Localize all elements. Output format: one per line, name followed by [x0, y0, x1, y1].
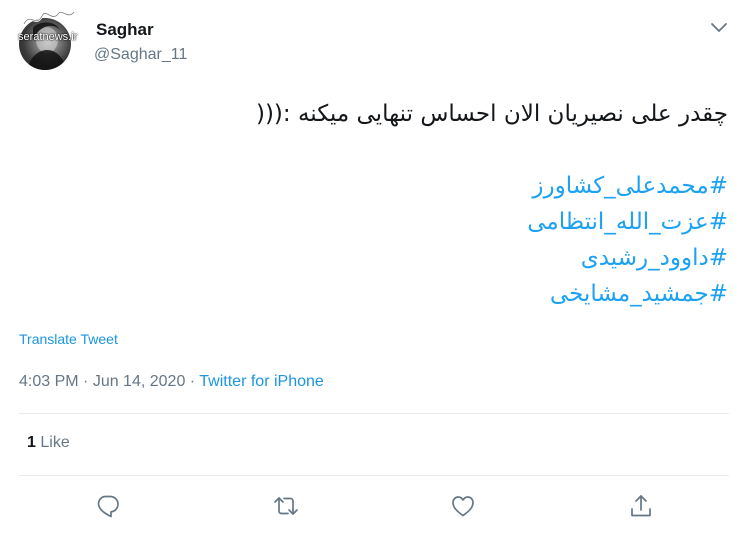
tweet-date[interactable]: Jun 14, 2020: [93, 373, 186, 390]
likes-label: Like: [40, 434, 70, 451]
retweet-icon: [274, 497, 298, 515]
likes-stat[interactable]: 1 Like: [27, 434, 70, 452]
meta-separator: ·: [78, 373, 93, 390]
reply-icon: [97, 495, 119, 518]
tweet-time[interactable]: 4:03 PM: [19, 373, 79, 390]
divider: [19, 413, 729, 414]
likes-count: 1: [27, 434, 36, 451]
like-button[interactable]: [449, 492, 477, 520]
translate-tweet-link[interactable]: Translate Tweet: [19, 331, 118, 347]
share-icon: [631, 495, 651, 517]
avatar[interactable]: [19, 18, 71, 70]
tweet-card: seratnews.ir Saghar @Saghar_11 چقدر علی …: [0, 0, 748, 535]
hashtag-link[interactable]: #جمشید_مشایخی: [28, 276, 728, 312]
author-handle[interactable]: @Saghar_11: [94, 46, 187, 64]
hashtag-link[interactable]: #داوود_رشیدی: [28, 240, 728, 276]
tweet-text: چقدر علی نصیریان الان احساس تنهایی میکنه…: [28, 96, 728, 312]
hashtag-link[interactable]: #عزت_الله_انتظامی: [28, 204, 728, 240]
author-name[interactable]: Saghar: [96, 20, 154, 40]
tweet-main-text: چقدر علی نصیریان الان احساس تنهایی میکنه…: [255, 101, 728, 127]
chevron-down-icon: [711, 23, 727, 32]
share-button[interactable]: [627, 492, 655, 520]
tweet-source-link[interactable]: Twitter for iPhone: [199, 373, 324, 390]
tweet-meta: 4:03 PM · Jun 14, 2020 · Twitter for iPh…: [19, 373, 324, 391]
divider: [19, 475, 729, 476]
avatar-image: [27, 22, 67, 70]
reply-button[interactable]: [94, 492, 122, 520]
retweet-button[interactable]: [272, 492, 300, 520]
heart-icon: [452, 496, 474, 517]
meta-separator: ·: [185, 373, 200, 390]
more-options-button[interactable]: [708, 18, 730, 36]
hashtag-link[interactable]: #محمدعلی_کشاورز: [28, 168, 728, 204]
